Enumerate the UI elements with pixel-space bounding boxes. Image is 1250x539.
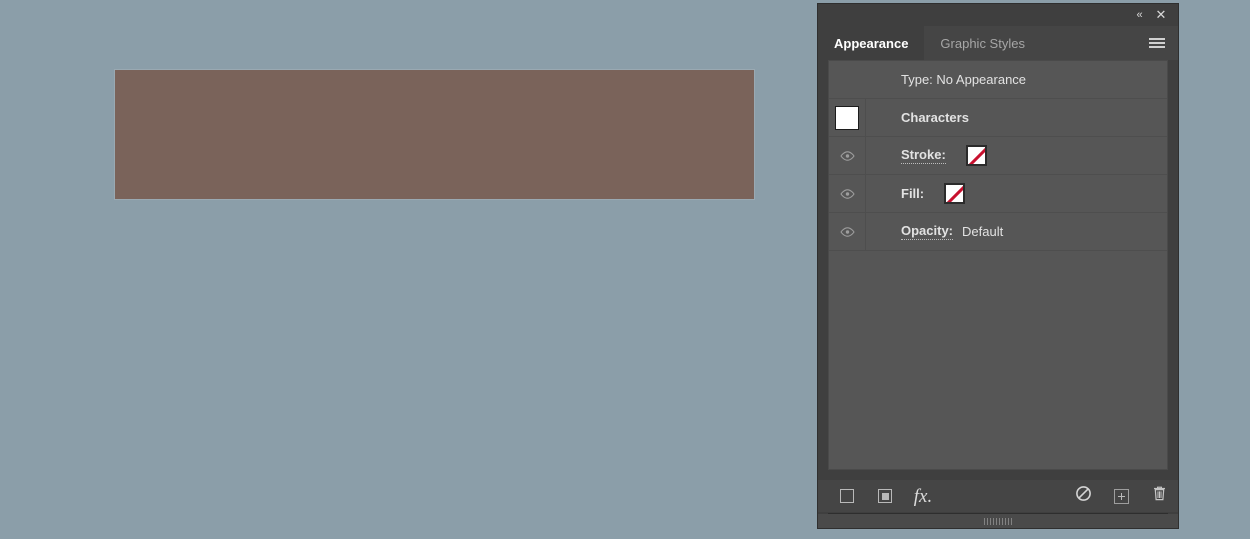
table-row[interactable]: Opacity: Default [829,213,1167,251]
panel-toolbar: fx. [818,480,1178,512]
no-symbol-icon [1075,485,1092,507]
tab-appearance[interactable]: Appearance [818,26,925,60]
add-new-stroke-button[interactable] [828,480,866,512]
row-label-opacity[interactable]: Opacity: [901,223,954,240]
row-content: Fill: [866,183,1167,204]
row-label-characters: Characters [901,110,969,125]
grip-lines-icon [984,517,1012,525]
panel-titlebar[interactable]: « ✕ [818,4,1178,26]
fx-icon: fx. [913,485,933,507]
resize-grip[interactable] [818,514,1178,528]
opacity-value[interactable]: Default [962,224,1003,239]
visibility-toggle-opacity[interactable] [829,213,866,250]
row-label-fill[interactable]: Fill: [901,186,924,201]
square-in-square-icon [878,489,892,503]
row-content: Opacity: Default [866,223,1167,240]
duplicate-item-button[interactable] [1102,480,1140,512]
row-content: Stroke: [866,145,1167,166]
fill-none-swatch[interactable] [944,183,966,204]
table-row[interactable]: Characters [829,99,1167,137]
appearance-list[interactable]: Type: No Appearance Characters Stroke: F… [828,60,1168,470]
square-outline-icon [840,489,854,503]
visibility-cell [829,61,866,98]
appearance-panel: « ✕ Appearance Graphic Styles Type: No A… [818,4,1178,528]
add-new-effect-button[interactable]: fx. [904,480,942,512]
tab-graphic-styles[interactable]: Graphic Styles [924,26,1041,60]
stroke-none-swatch[interactable] [965,145,987,166]
hamburger-menu-icon[interactable] [1144,26,1170,60]
brown-rectangle-artwork[interactable] [114,69,755,200]
panel-tabbar: Appearance Graphic Styles [818,26,1178,60]
row-content: Characters [866,110,1167,125]
thumbnail-cell[interactable] [829,99,866,136]
add-new-fill-button[interactable] [866,480,904,512]
table-row[interactable]: Fill: [829,175,1167,213]
eye-icon [839,226,855,237]
characters-thumbnail[interactable] [835,105,859,130]
row-content: Type: No Appearance [866,72,1167,87]
visibility-toggle-stroke[interactable] [829,137,866,174]
clear-appearance-button[interactable] [1064,480,1102,512]
plus-square-icon [1113,488,1129,504]
collapse-panel-icon[interactable]: « [1128,4,1150,26]
row-label-type: Type: No Appearance [901,72,1027,87]
row-label-stroke[interactable]: Stroke: [901,147,946,164]
eye-icon [839,150,855,161]
hamburger-glyph [1149,36,1165,50]
table-row[interactable]: Type: No Appearance [829,61,1167,99]
close-icon[interactable]: ✕ [1150,4,1172,26]
eye-icon [839,188,855,199]
table-row[interactable]: Stroke: [829,137,1167,175]
visibility-toggle-fill[interactable] [829,175,866,212]
trash-icon [1152,485,1167,507]
delete-item-button[interactable] [1140,480,1178,512]
